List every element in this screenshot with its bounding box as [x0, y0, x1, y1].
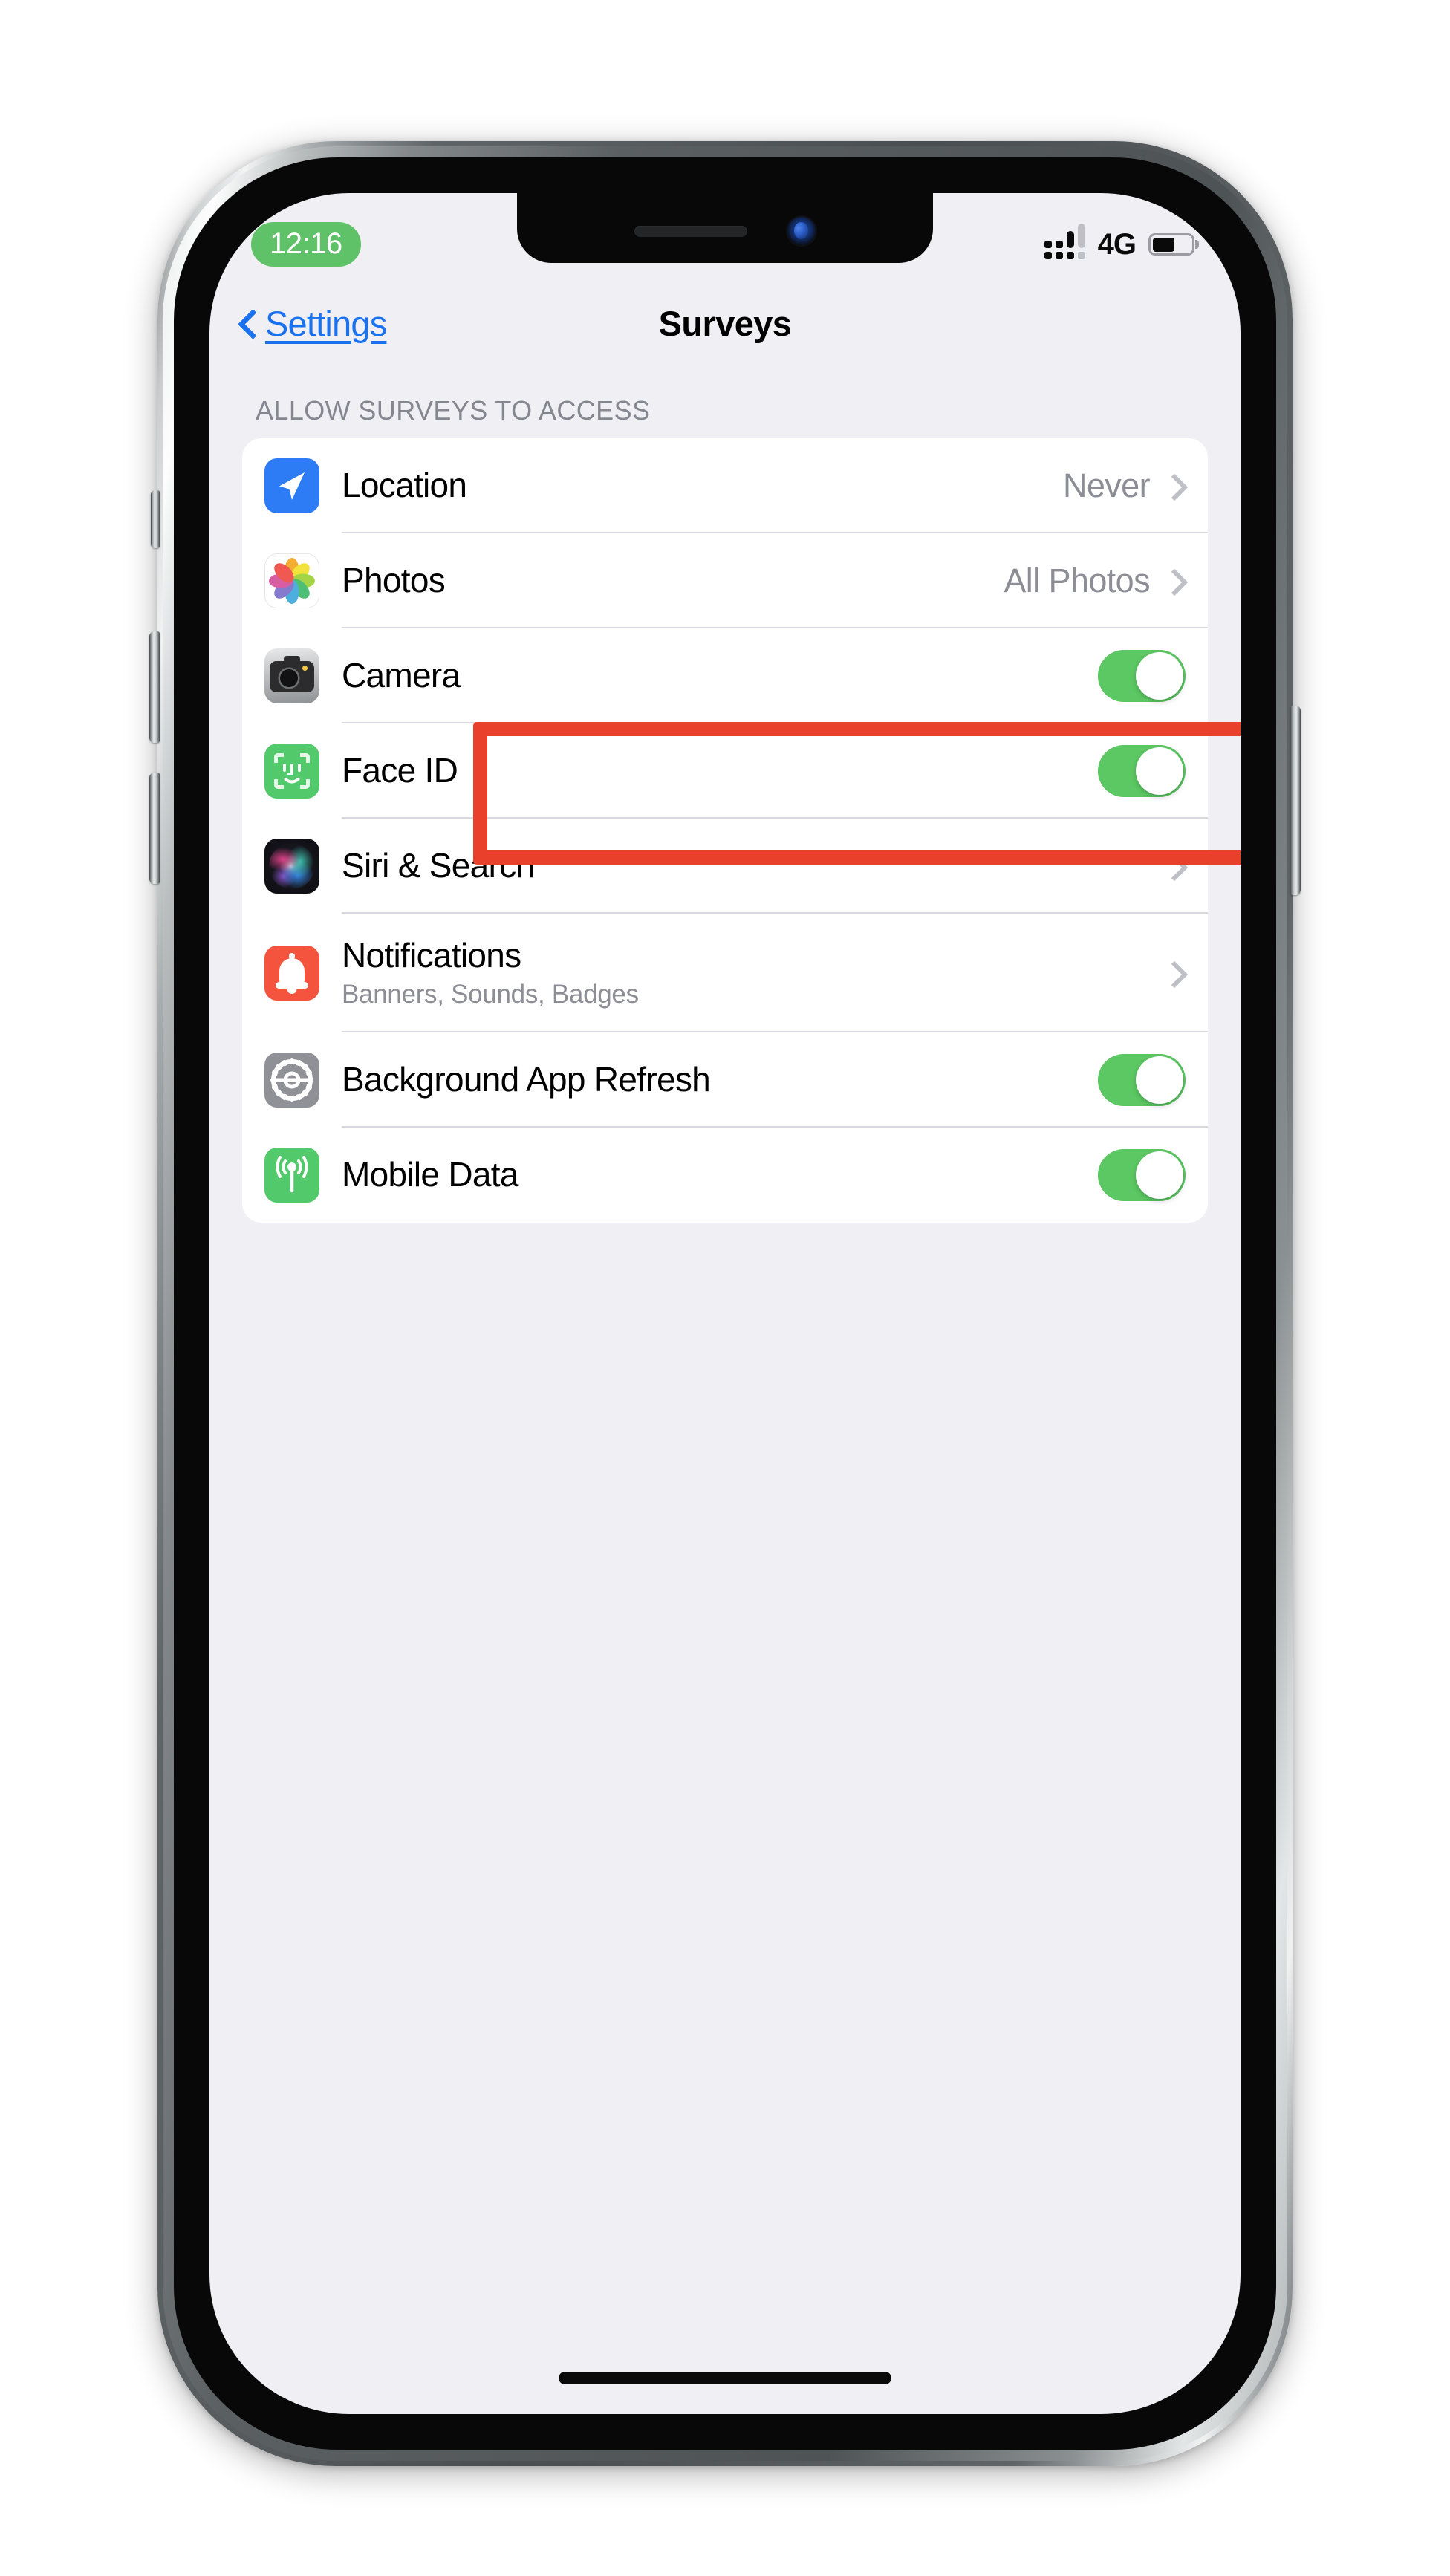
row-photos[interactable]: Photos All Photos: [242, 533, 1208, 628]
row-camera-label: Camera: [342, 656, 461, 695]
location-arrow-icon: [264, 458, 319, 513]
iphone-device-frame: 12:16 4G Settings Surveys ALLOW SURVEYS …: [149, 141, 1301, 2466]
photos-pinwheel-icon: [264, 553, 319, 608]
row-camera-text: Camera: [342, 657, 1098, 695]
row-location-label: Location: [342, 466, 467, 505]
back-to-settings-button[interactable]: Settings: [239, 303, 387, 344]
settings-content: ALLOW SURVEYS TO ACCESS Location Never P…: [209, 367, 1241, 2414]
camera-icon: [264, 648, 319, 703]
chevron-right-icon: [1165, 960, 1180, 986]
row-background-app-refresh[interactable]: Background App Refresh: [242, 1032, 1208, 1128]
device-notch: [517, 193, 933, 263]
screenshot-canvas: 12:16 4G Settings Surveys ALLOW SURVEYS …: [0, 0, 1450, 2576]
signal-dots-icon: [1044, 224, 1085, 259]
front-camera-icon: [787, 217, 816, 245]
row-photos-value: All Photos: [1004, 562, 1150, 599]
gear-icon: [264, 1053, 319, 1108]
section-header: ALLOW SURVEYS TO ACCESS: [256, 395, 651, 426]
chevron-right-icon: [1165, 472, 1180, 499]
permissions-card: Location Never Photos All Photos Camera …: [242, 438, 1208, 1223]
mute-switch-button[interactable]: [151, 490, 160, 548]
chevron-right-icon: [1165, 853, 1180, 879]
row-face-id-label: Face ID: [342, 751, 458, 790]
row-location[interactable]: Location Never: [242, 438, 1208, 533]
navigation-bar: Settings Surveys: [209, 279, 1241, 367]
back-button-label: Settings: [265, 303, 387, 343]
row-notifications-text: Notifications Banners, Sounds, Badges: [342, 937, 1165, 1009]
row-location-value: Never: [1062, 466, 1151, 504]
row-notifications-sublabel: Banners, Sounds, Badges: [342, 979, 639, 1009]
toggle-mobile-data[interactable]: [1098, 1149, 1186, 1201]
row-siri-and-search-text: Siri & Search: [342, 847, 1165, 885]
toggle-background-app-refresh[interactable]: [1098, 1054, 1186, 1106]
row-face-id[interactable]: Face ID: [242, 723, 1208, 819]
face-id-icon: [264, 744, 319, 799]
volume-down-button[interactable]: [149, 773, 160, 884]
row-camera[interactable]: Camera: [242, 628, 1208, 723]
row-photos-label: Photos: [342, 561, 446, 600]
row-face-id-text: Face ID: [342, 752, 1098, 790]
row-siri-and-search[interactable]: Siri & Search: [242, 819, 1208, 914]
earpiece-speaker-icon: [634, 225, 747, 237]
toggle-knob: [1136, 1056, 1183, 1104]
row-siri-and-search-label: Siri & Search: [342, 846, 535, 885]
home-indicator[interactable]: [559, 2372, 891, 2384]
phone-screen: 12:16 4G Settings Surveys ALLOW SURVEYS …: [209, 193, 1241, 2414]
chevron-right-icon: [1165, 567, 1180, 594]
toggle-knob: [1136, 1151, 1183, 1199]
toggle-knob: [1136, 652, 1183, 700]
toggle-camera[interactable]: [1098, 650, 1186, 702]
status-bar-right-cluster: 4G: [1044, 224, 1194, 261]
status-time-pill: 12:16: [251, 222, 361, 267]
toggle-face-id[interactable]: [1098, 745, 1186, 797]
row-notifications-label: Notifications: [342, 936, 521, 975]
row-location-text: Location: [342, 466, 1063, 505]
notifications-bell-icon: [264, 946, 319, 1001]
row-background-app-refresh-label: Background App Refresh: [342, 1060, 711, 1099]
device-bezel: 12:16 4G Settings Surveys ALLOW SURVEYS …: [174, 157, 1276, 2450]
chevron-left-icon: [239, 307, 259, 339]
row-mobile-data[interactable]: Mobile Data: [242, 1128, 1208, 1223]
row-mobile-data-label: Mobile Data: [342, 1155, 518, 1194]
row-background-app-refresh-text: Background App Refresh: [342, 1061, 1098, 1099]
row-notifications[interactable]: Notifications Banners, Sounds, Badges: [242, 914, 1208, 1032]
power-side-button[interactable]: [1290, 706, 1301, 895]
battery-icon: [1148, 233, 1194, 256]
row-photos-text: Photos: [342, 562, 1004, 600]
row-mobile-data-text: Mobile Data: [342, 1156, 1098, 1194]
carrier-network-label: 4G: [1097, 228, 1137, 261]
toggle-knob: [1136, 747, 1183, 795]
antenna-icon: [264, 1148, 319, 1203]
battery-fill-level: [1152, 237, 1175, 252]
siri-orb-icon: [264, 839, 319, 894]
volume-up-button[interactable]: [149, 631, 160, 743]
